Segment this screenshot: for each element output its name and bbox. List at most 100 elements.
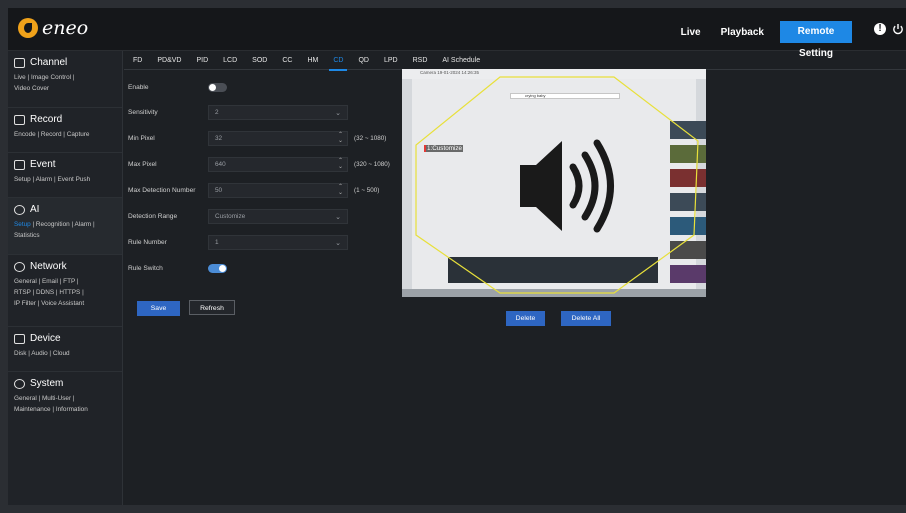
device-title: Device: [30, 333, 61, 344]
nav-playback[interactable]: Playback: [711, 27, 774, 38]
row-max-detection-number: Max Detection Number 50 ⌃ ⌄ (1 ~ 500): [128, 181, 379, 199]
refresh-button[interactable]: Refresh: [189, 300, 235, 315]
tab-hm[interactable]: HM: [307, 51, 318, 70]
nav-live[interactable]: Live: [671, 27, 711, 38]
sidebar-link-cloud[interactable]: Cloud: [53, 350, 70, 357]
sidebar-link-ddns[interactable]: DDNS: [36, 289, 54, 296]
sidebar-link-multi-user[interactable]: Multi-User: [42, 395, 71, 402]
sidebar-link-live[interactable]: Live: [14, 74, 26, 81]
record-title: Record: [30, 114, 63, 125]
max-detection-number-range: (1 ~ 500): [354, 186, 380, 194]
tab-rsd[interactable]: RSD: [413, 51, 428, 70]
sidebar-title-device[interactable]: Device: [14, 333, 118, 344]
max-pixel-input[interactable]: 640 ⌃ ⌄: [208, 156, 348, 172]
sidebar-title-record[interactable]: Record: [14, 114, 118, 125]
network-icon: [14, 261, 25, 272]
rule-switch-toggle[interactable]: [208, 263, 227, 273]
sidebar-link-recognition[interactable]: Recognition: [36, 221, 70, 228]
power-icon[interactable]: [892, 23, 904, 35]
nav-remote-setting[interactable]: Remote Setting: [780, 21, 852, 59]
channel-icon: [14, 57, 25, 68]
info-icon[interactable]: !: [874, 23, 886, 35]
brand-logo: eneo: [18, 17, 88, 39]
top-icons: !: [874, 23, 904, 35]
network-title: Network: [30, 261, 67, 272]
max-pixel-range: (320 ~ 1080): [354, 160, 390, 168]
sidebar-section-ai: AI Setup | Recognition | Alarm | Statist…: [8, 198, 122, 255]
sidebar-section-system: System General | Multi-User | Maintenanc…: [8, 372, 122, 505]
rule-switch-label: Rule Switch: [128, 264, 163, 272]
sidebar-link-information[interactable]: Information: [56, 406, 88, 413]
enable-toggle[interactable]: [208, 82, 227, 92]
sidebar-section-network: Network General | Email | FTP | RTSP | D…: [8, 255, 122, 327]
sidebar-link-audio[interactable]: Audio: [31, 350, 47, 357]
tab-pd-vd[interactable]: PD&VD: [157, 51, 181, 70]
sidebar-link-record[interactable]: Record: [41, 131, 62, 138]
max-detection-number-input[interactable]: 50 ⌃ ⌄: [208, 182, 348, 198]
min-pixel-value: 32: [215, 134, 223, 142]
tab-cd[interactable]: CD: [329, 51, 348, 71]
sidebar-title-event[interactable]: Event: [14, 159, 118, 170]
sidebar-link-general[interactable]: General: [14, 278, 37, 285]
sidebar-title-channel[interactable]: Channel: [14, 57, 118, 68]
brand-mark-icon: [18, 18, 38, 38]
sidebar-link-voice-assistant[interactable]: Voice Assistant: [41, 300, 84, 307]
tab-lpd[interactable]: LPD: [384, 51, 398, 70]
detection-range-select[interactable]: Customize ⌄: [208, 208, 348, 224]
tab-sod[interactable]: SOD: [252, 51, 267, 70]
sidebar-link-statistics[interactable]: Statistics: [14, 232, 40, 239]
sidebar-link-ai-alarm[interactable]: Alarm: [75, 221, 92, 228]
detection-region-overlay[interactable]: [402, 69, 706, 297]
function-tabs: FD PD&VD PID LCD SOD CC HM CD QD LPD RSD AI Schedul…: [124, 51, 906, 71]
stepper-icon[interactable]: ⌃ ⌄: [338, 158, 343, 170]
sidebar-title-system[interactable]: System: [14, 378, 118, 389]
rule-number-value: 1: [215, 238, 219, 246]
sidebar-link-rtsp[interactable]: RTSP: [14, 289, 31, 296]
sidebar-section-event: Event Setup | Alarm | Event Push: [8, 153, 122, 198]
rule-switch-toggle-knob: [219, 264, 226, 272]
tab-fd[interactable]: FD: [133, 51, 142, 70]
max-pixel-value: 640: [215, 160, 226, 168]
tab-pid[interactable]: PID: [196, 51, 208, 70]
top-bar: eneo Live Playback Remote Setting !: [8, 8, 906, 59]
sidebar-link-encode[interactable]: Encode: [14, 131, 36, 138]
sidebar-link-alarm[interactable]: Alarm: [36, 176, 53, 183]
tab-ai-schedule[interactable]: AI Schedule: [442, 51, 480, 70]
sidebar-link-video-cover[interactable]: Video Cover: [14, 85, 49, 92]
detection-range-value: Customize: [215, 212, 246, 220]
top-nav: Live Playback Remote Setting: [671, 21, 852, 59]
stepper-icon[interactable]: ⌃ ⌄: [338, 132, 343, 144]
row-min-pixel: Min Pixel 32 ⌃ ⌄ (32 ~ 1080): [128, 129, 386, 147]
sidebar-link-setup[interactable]: Setup: [14, 176, 31, 183]
stepper-icon[interactable]: ⌃ ⌄: [338, 184, 343, 196]
sidebar-link-capture[interactable]: Capture: [67, 131, 90, 138]
sidebar-link-email[interactable]: Email: [42, 278, 58, 285]
brand-name: eneo: [42, 17, 89, 39]
sidebar-link-https[interactable]: HTTPS: [59, 289, 80, 296]
camera-preview[interactable]: Camera 19-01-2024 14:26:35 crying baby 1…: [402, 69, 706, 297]
tab-cc[interactable]: CC: [282, 51, 292, 70]
event-icon: [14, 159, 25, 170]
sidebar-link-event-push[interactable]: Event Push: [57, 176, 90, 183]
max-detection-number-value: 50: [215, 186, 223, 194]
sensitivity-select[interactable]: 2 ⌄: [208, 104, 348, 120]
sidebar-section-channel: Channel Live | Image Control | Video Cov…: [8, 51, 122, 108]
sidebar-link-ftp[interactable]: FTP: [63, 278, 75, 285]
save-button[interactable]: Save: [137, 301, 180, 316]
tab-lcd[interactable]: LCD: [223, 51, 237, 70]
sidebar-link-disk[interactable]: Disk: [14, 350, 26, 357]
delete-all-button[interactable]: Delete All: [561, 311, 611, 326]
sidebar-title-network[interactable]: Network: [14, 261, 118, 272]
sidebar-link-maintenance[interactable]: Maintenance: [14, 406, 51, 413]
sidebar-link-image-control[interactable]: Image Control: [31, 74, 71, 81]
min-pixel-input[interactable]: 32 ⌃ ⌄: [208, 130, 348, 146]
sidebar-title-ai[interactable]: AI: [14, 204, 118, 215]
rule-number-select[interactable]: 1 ⌄: [208, 234, 348, 250]
record-icon: [14, 114, 25, 125]
sidebar-link-system-general[interactable]: General: [14, 395, 37, 402]
ai-title: AI: [30, 204, 40, 215]
delete-button[interactable]: Delete: [506, 311, 545, 326]
tab-qd[interactable]: QD: [358, 51, 369, 70]
sidebar-link-ai-setup[interactable]: Setup: [14, 221, 31, 228]
sidebar-link-ip-filter[interactable]: IP Filter: [14, 300, 36, 307]
